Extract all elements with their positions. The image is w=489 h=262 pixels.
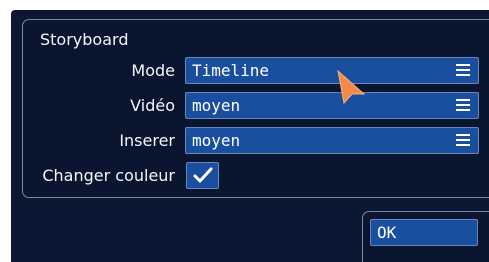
inserer-select[interactable]: moyen [185, 127, 479, 154]
mode-value: Timeline [192, 61, 270, 80]
menu-lines-icon [456, 99, 470, 111]
arrow-cursor-icon [337, 69, 366, 105]
checkmark-icon [193, 167, 213, 183]
video-select[interactable]: moyen [185, 92, 479, 119]
mode-label: Mode [131, 61, 175, 80]
ok-button[interactable]: OK [370, 219, 478, 246]
menu-lines-icon [456, 64, 470, 76]
video-label: Vidéo [130, 96, 175, 115]
inserer-label: Inserer [119, 131, 175, 150]
mode-select[interactable]: Timeline [185, 57, 479, 84]
video-value: moyen [192, 96, 241, 115]
menu-lines-icon [456, 134, 470, 146]
changer-couleur-checkbox[interactable] [186, 162, 219, 189]
inserer-value: moyen [192, 131, 241, 150]
panel-title: Storyboard [40, 30, 129, 49]
changer-couleur-label: Changer couleur [42, 166, 175, 185]
